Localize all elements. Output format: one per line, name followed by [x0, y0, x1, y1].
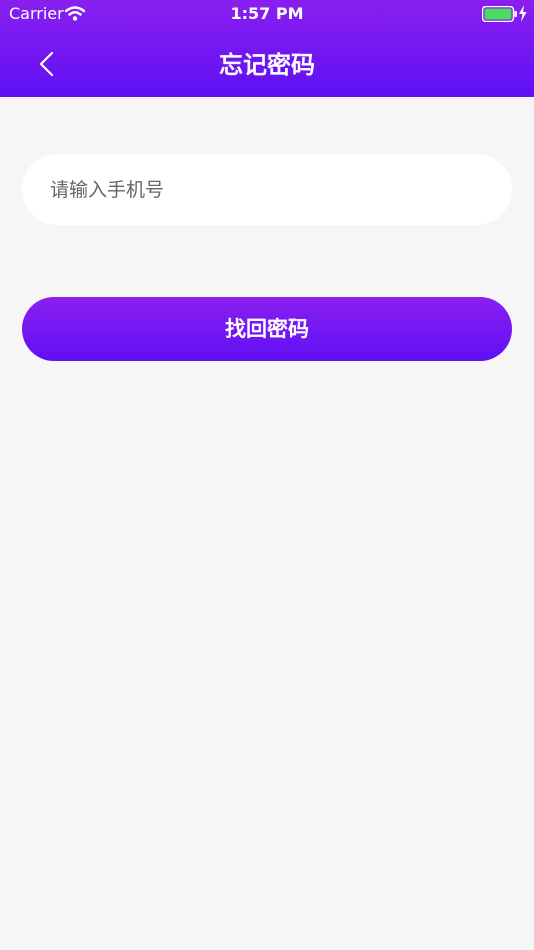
status-bar: Carrier 1:57 PM [0, 0, 534, 28]
battery-icon [482, 6, 517, 22]
page-title: 忘记密码 [219, 51, 315, 79]
forgot-password-screen: Carrier 1:57 PM 忘记密码 请输入手机号 找回密码 [0, 0, 534, 950]
navigation-bar: 忘记密码 [0, 28, 534, 97]
recover-password-button[interactable]: 找回密码 [22, 297, 512, 361]
status-time: 1:57 PM [230, 4, 304, 23]
phone-field [22, 154, 512, 225]
header: Carrier 1:57 PM 忘记密码 [0, 0, 534, 97]
phone-number-input[interactable] [22, 154, 512, 225]
charging-bolt-icon [519, 5, 527, 22]
